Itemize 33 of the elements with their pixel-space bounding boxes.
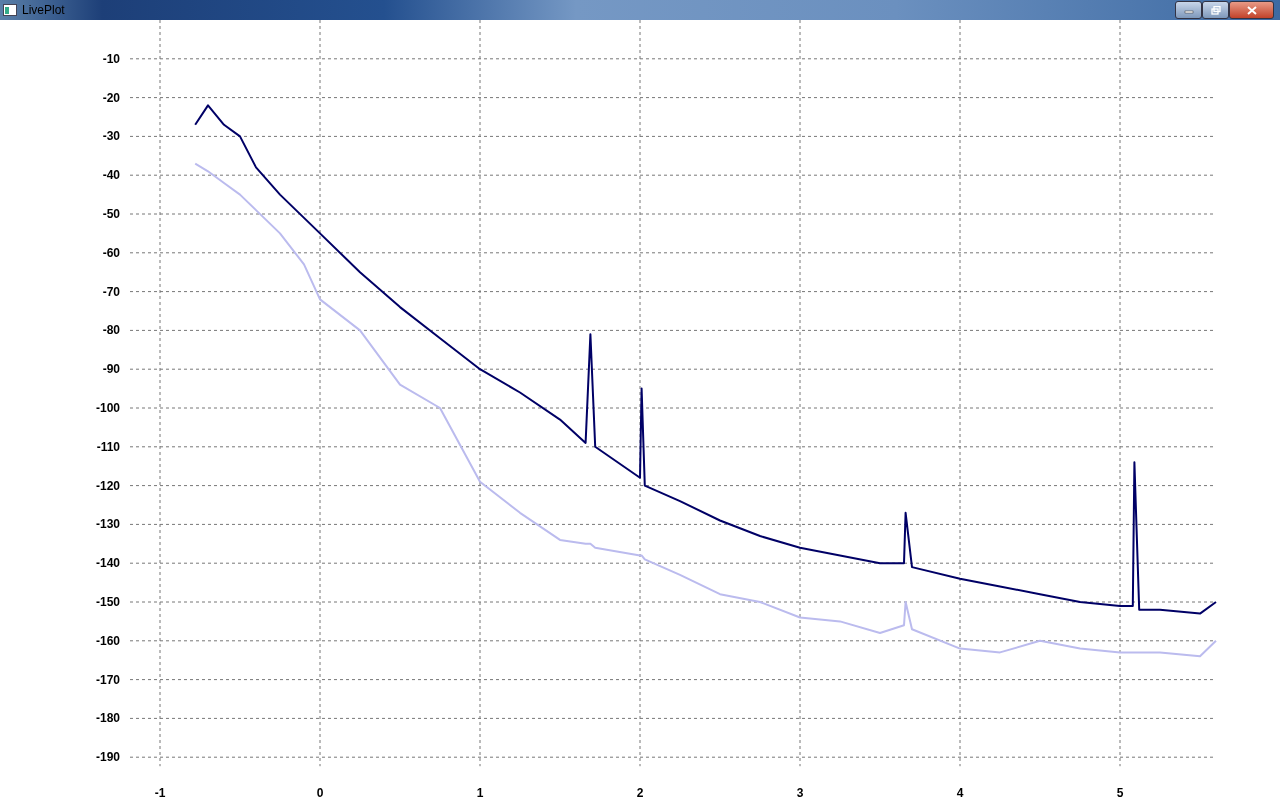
y-tick-label: -30 bbox=[102, 129, 120, 144]
close-button[interactable] bbox=[1229, 1, 1274, 19]
y-tick-label: -160 bbox=[95, 633, 120, 648]
restore-icon bbox=[1210, 5, 1221, 15]
y-tick-label: -80 bbox=[102, 323, 120, 338]
y-tick-label: -170 bbox=[95, 672, 120, 687]
x-tick-label: 3 bbox=[796, 786, 804, 798]
y-tick-label: -10 bbox=[102, 51, 120, 66]
y-tick-label: -60 bbox=[102, 245, 120, 260]
y-tick-label: -20 bbox=[102, 90, 120, 105]
y-tick-label: -150 bbox=[95, 595, 120, 609]
window-title: LivePlot bbox=[22, 3, 65, 17]
x-tick-label: 0 bbox=[316, 786, 324, 798]
y-tick-label: -140 bbox=[95, 556, 120, 571]
y-tick-label: -50 bbox=[102, 207, 120, 221]
y-tick-label: -190 bbox=[95, 750, 120, 765]
x-tick-label: 2 bbox=[636, 786, 644, 798]
y-tick-label: -70 bbox=[102, 284, 120, 299]
x-tick-label: 1 bbox=[476, 786, 484, 798]
y-tick-label: -90 bbox=[102, 362, 120, 377]
minimize-button[interactable] bbox=[1175, 1, 1202, 19]
y-tick-label: -110 bbox=[96, 439, 120, 454]
close-icon bbox=[1246, 5, 1257, 15]
y-tick-label: -120 bbox=[95, 478, 120, 493]
y-tick-label: -100 bbox=[95, 401, 120, 415]
x-tick-label: -1 bbox=[154, 786, 166, 798]
y-tick-label: -40 bbox=[102, 168, 120, 183]
x-tick-label: 5 bbox=[1116, 786, 1124, 798]
y-tick-label: -130 bbox=[95, 517, 120, 532]
restore-button[interactable] bbox=[1202, 1, 1229, 19]
x-tick-label: 4 bbox=[956, 786, 964, 798]
y-tick-label: -180 bbox=[95, 711, 120, 726]
window-icon bbox=[3, 4, 17, 16]
